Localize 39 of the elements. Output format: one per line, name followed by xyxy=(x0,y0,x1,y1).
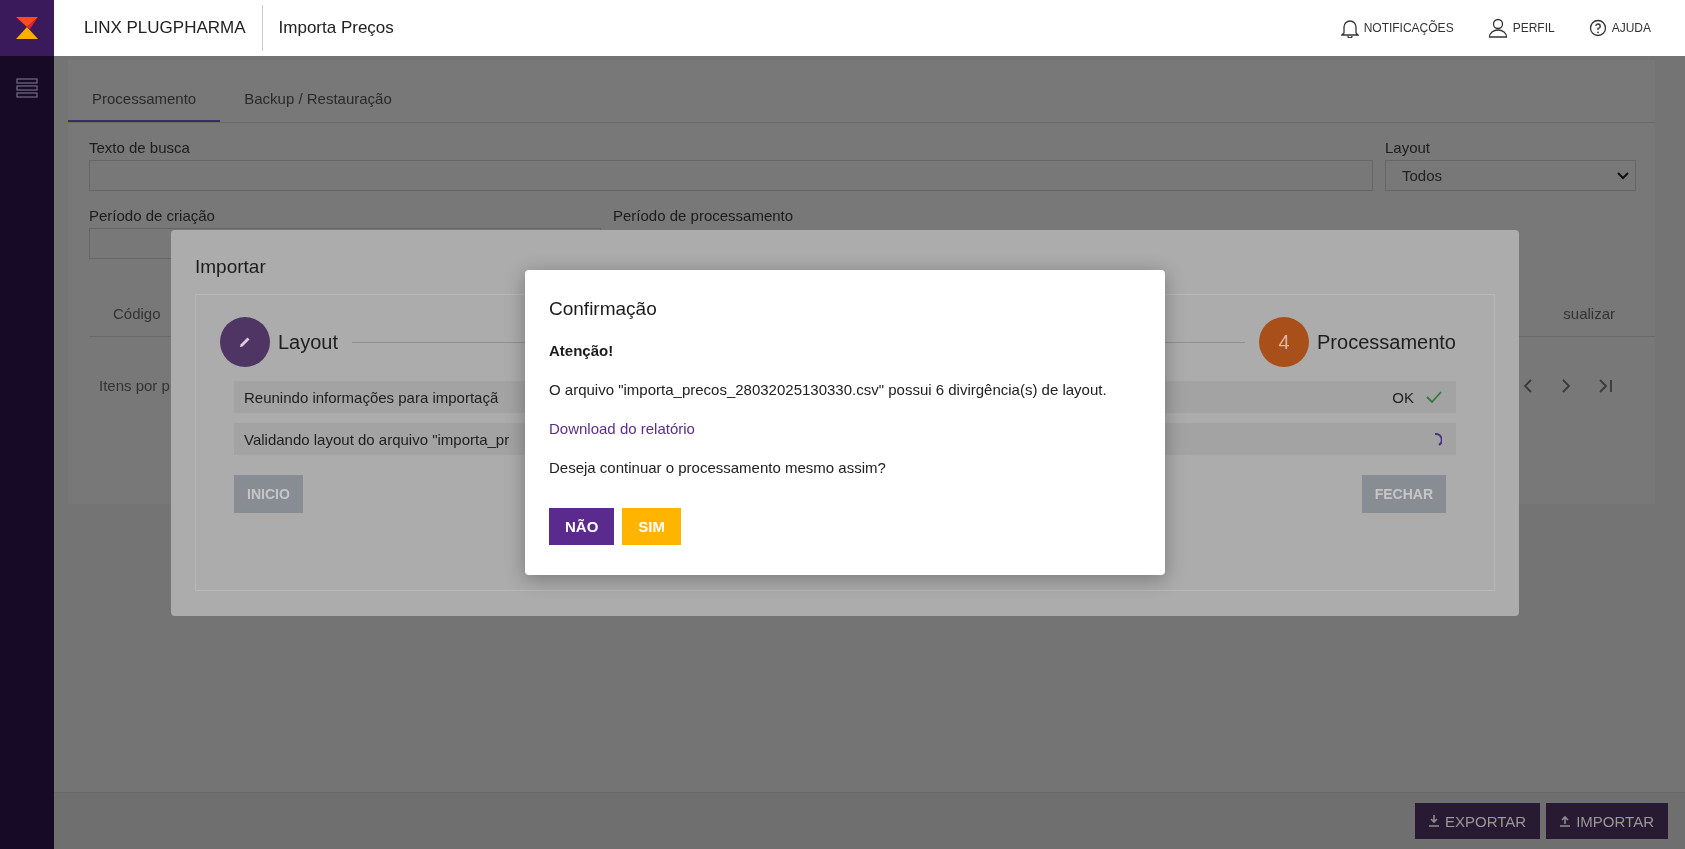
report-link[interactable]: Download do relatório xyxy=(549,420,695,437)
caret-icon xyxy=(1617,171,1629,180)
bell-icon xyxy=(1340,18,1359,38)
brand-name: LINX PLUGPHARMA xyxy=(68,5,263,51)
download-icon xyxy=(1429,815,1440,827)
header-link[interactable]: NOTIFICAÇÕES xyxy=(1340,18,1454,38)
menu-icon[interactable] xyxy=(16,78,38,98)
step-label: Processamento xyxy=(1317,330,1456,354)
page-title: Importa Preços xyxy=(277,18,394,38)
step-label: Layout xyxy=(278,330,339,354)
help-icon xyxy=(1588,19,1607,37)
next-page-icon[interactable] xyxy=(1559,377,1573,394)
layout-select[interactable]: Todos xyxy=(1385,160,1636,191)
pencil-icon xyxy=(238,335,252,349)
header-link[interactable]: AJUDA xyxy=(1588,19,1651,37)
last-page-icon[interactable] xyxy=(1597,377,1615,394)
footer-button[interactable]: IMPORTAR xyxy=(1546,803,1668,839)
column-header: sualizar xyxy=(1563,305,1615,322)
upload-icon xyxy=(1560,815,1571,827)
field-label: Período de criação xyxy=(89,207,216,224)
dialog-title: Confirmação xyxy=(549,298,658,320)
dialog-title: Importar xyxy=(195,256,267,278)
question-text: Deseja continuar o processamento mesmo assim? xyxy=(549,459,887,476)
tab[interactable]: Processamento xyxy=(68,60,221,122)
header-link[interactable]: PERFIL xyxy=(1487,18,1555,38)
warning-text: Atenção! xyxy=(549,342,615,359)
user-icon xyxy=(1487,18,1508,38)
tab[interactable]: Backup / Restauração xyxy=(220,60,416,122)
column-header: Código xyxy=(113,305,161,322)
field-label: Layout xyxy=(1385,139,1432,156)
message-text: O arquivo "importa_precos_28032025130330.csv" possui 6 divirgência(s) de layout. xyxy=(549,381,1108,398)
previous-page-icon[interactable] xyxy=(1521,377,1535,394)
logo-icon xyxy=(0,0,54,56)
field-label: Texto de busca xyxy=(89,139,191,156)
dialog-button[interactable]: NÃO xyxy=(549,508,615,545)
footer-button[interactable]: EXPORTAR xyxy=(1415,803,1541,839)
step-circle: 4 xyxy=(1259,317,1310,367)
field-label: Período de processamento xyxy=(613,207,795,224)
page-size-label: Itens por p xyxy=(99,377,170,394)
